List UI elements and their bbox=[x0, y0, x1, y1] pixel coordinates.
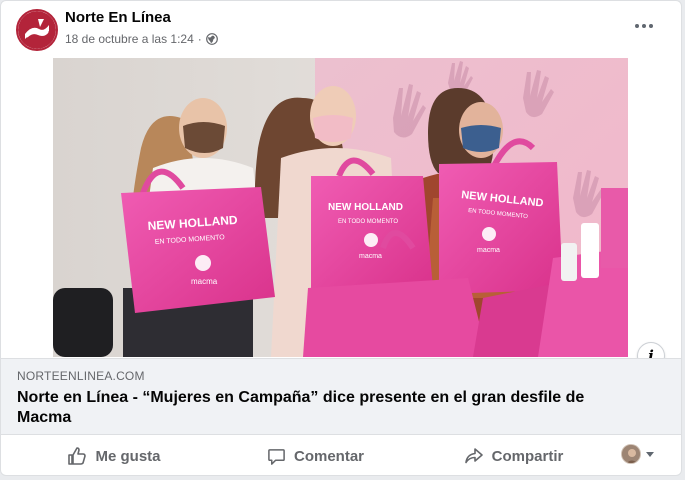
thumbs-up-icon bbox=[68, 447, 87, 465]
post-card: Norte En Línea 18 de octubre a las 1:24 … bbox=[0, 0, 682, 476]
meta-separator: · bbox=[197, 32, 202, 46]
link-title[interactable]: Norte en Línea - “Mujeres en Campaña” di… bbox=[17, 388, 617, 428]
post-header: Norte En Línea 18 de octubre a las 1:24 … bbox=[1, 1, 681, 57]
link-domain: NORTEENLINEA.COM bbox=[17, 369, 145, 383]
globe-icon bbox=[205, 33, 218, 45]
bag-logo-text-3: macma bbox=[477, 247, 500, 254]
page-avatar[interactable] bbox=[16, 9, 58, 51]
action-bar: Me gusta Comentar Compartir bbox=[1, 436, 681, 475]
like-label: Me gusta bbox=[95, 447, 161, 465]
norte-logo-icon bbox=[18, 11, 56, 49]
bag-brand-text-2: NEW HOLLAND bbox=[328, 202, 403, 213]
post-meta: 18 de octubre a las 1:24 · bbox=[65, 32, 218, 46]
like-button[interactable]: Me gusta bbox=[59, 439, 169, 473]
share-label: Compartir bbox=[491, 447, 564, 465]
post-photo[interactable]: NEW HOLLAND EN TODO MOMENTO macma NEW HO… bbox=[53, 58, 628, 357]
post-timestamp[interactable]: 18 de octubre a las 1:24 bbox=[65, 32, 194, 46]
bag-slogan-text-2: EN TODO MOMENTO bbox=[338, 219, 398, 225]
comment-label: Comentar bbox=[293, 447, 364, 465]
chevron-down-icon bbox=[646, 451, 654, 457]
comment-button[interactable]: Comentar bbox=[258, 439, 373, 473]
bag-logo-text-2: macma bbox=[359, 253, 382, 260]
reaction-audience-selector[interactable] bbox=[621, 444, 654, 464]
share-button[interactable]: Compartir bbox=[456, 439, 571, 473]
comment-icon bbox=[268, 448, 285, 465]
page-name[interactable]: Norte En Línea bbox=[65, 9, 171, 26]
post-image-area[interactable]: NEW HOLLAND EN TODO MOMENTO macma NEW HO… bbox=[1, 58, 681, 357]
user-avatar bbox=[621, 444, 641, 464]
share-icon bbox=[464, 448, 483, 464]
bag-logo-text: macma bbox=[191, 277, 218, 286]
link-preview[interactable]: NORTEENLINEA.COM Norte en Línea - “Mujer… bbox=[1, 358, 681, 435]
more-options-icon[interactable] bbox=[629, 13, 659, 39]
